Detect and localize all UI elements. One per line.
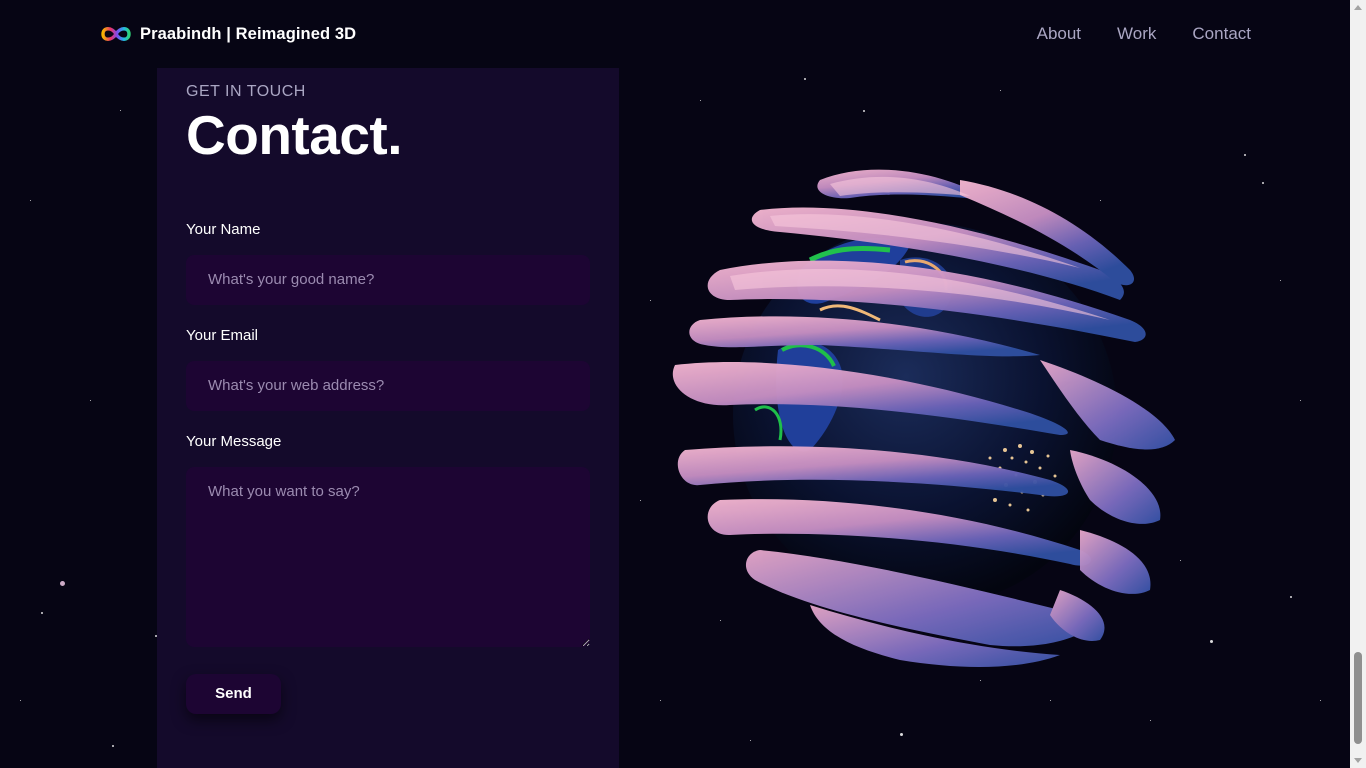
- name-field-group: Your Name: [186, 221, 590, 305]
- message-label: Your Message: [186, 432, 282, 450]
- contact-form: Your Name Your Email Your Message Send: [186, 221, 590, 714]
- star: [1320, 700, 1321, 701]
- star: [650, 300, 651, 301]
- message-textarea[interactable]: [186, 466, 590, 647]
- star: [41, 612, 43, 614]
- earth-canvas[interactable]: [660, 150, 1200, 690]
- star: [60, 581, 65, 586]
- star: [20, 700, 21, 701]
- navbar: Praabindh | Reimagined 3D About Work Con…: [0, 0, 1350, 68]
- star: [30, 200, 31, 201]
- star: [640, 500, 641, 501]
- star: [120, 110, 121, 111]
- scrollbar-thumb[interactable]: [1354, 652, 1362, 744]
- star: [900, 733, 903, 736]
- contact-card: Get in touch Contact. Your Name Your Ema…: [157, 68, 619, 768]
- earth-globe-illustration: [672, 169, 1175, 667]
- star: [700, 100, 701, 101]
- star: [1150, 720, 1151, 721]
- message-field-group: Your Message: [186, 433, 590, 652]
- infinity-logo-icon: [101, 27, 131, 41]
- star: [1244, 154, 1246, 156]
- nav-link-contact[interactable]: Contact: [1192, 24, 1251, 44]
- brand-name: Praabindh | Reimagined 3D: [140, 24, 357, 43]
- email-input[interactable]: [186, 360, 590, 411]
- nav-link-about[interactable]: About: [1037, 24, 1081, 44]
- star: [112, 745, 114, 747]
- page-scrollbar[interactable]: [1350, 0, 1366, 768]
- scroll-down-arrow-icon[interactable]: [1354, 758, 1362, 763]
- star: [804, 78, 806, 80]
- scroll-up-arrow-icon[interactable]: [1354, 5, 1362, 10]
- star: [1280, 280, 1281, 281]
- star: [750, 740, 751, 741]
- page: Praabindh | Reimagined 3D About Work Con…: [0, 0, 1366, 768]
- star: [1262, 182, 1264, 184]
- brand-link[interactable]: Praabindh | Reimagined 3D: [100, 24, 356, 44]
- star: [1290, 596, 1292, 598]
- nav-links: About Work Contact: [1037, 24, 1251, 44]
- name-input[interactable]: [186, 254, 590, 305]
- section-title: Contact.: [186, 104, 403, 166]
- star: [660, 700, 661, 701]
- email-field-group: Your Email: [186, 327, 590, 411]
- section-subtitle: Get in touch: [186, 83, 306, 100]
- name-label: Your Name: [186, 220, 261, 238]
- star: [90, 400, 91, 401]
- nav-link-work[interactable]: Work: [1117, 24, 1156, 44]
- star: [1000, 90, 1001, 91]
- star: [863, 110, 865, 112]
- star: [1210, 640, 1213, 643]
- send-button[interactable]: Send: [186, 673, 281, 714]
- email-label: Your Email: [186, 326, 258, 344]
- star: [1300, 400, 1301, 401]
- star: [1050, 700, 1051, 701]
